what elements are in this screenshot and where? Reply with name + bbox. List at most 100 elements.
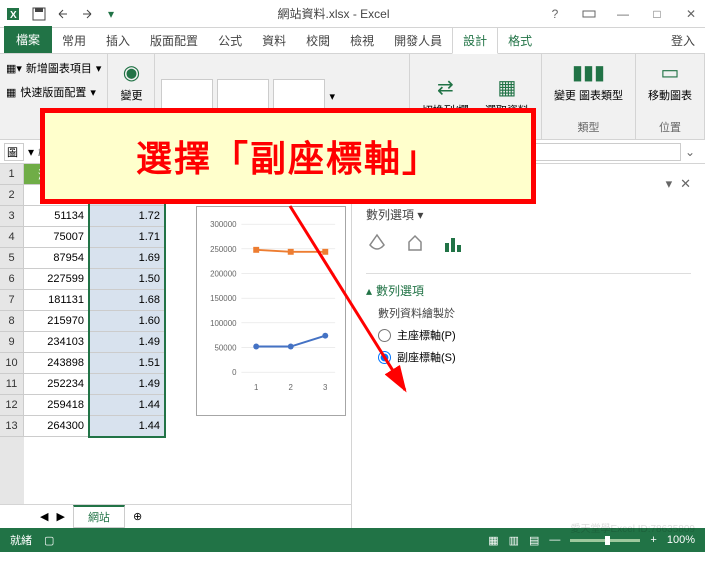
- tab-format[interactable]: 格式: [498, 28, 542, 53]
- cell[interactable]: 259418: [24, 395, 89, 416]
- cell[interactable]: 1.51: [89, 353, 165, 374]
- add-sheet-button[interactable]: ⊕: [133, 510, 142, 523]
- ribbon-collapse-button[interactable]: [579, 7, 599, 21]
- quick-layout-button[interactable]: ▦快速版面配置▾: [6, 82, 96, 102]
- primary-axis-radio[interactable]: 主座標軸(P): [378, 327, 691, 343]
- cell[interactable]: 227599: [24, 269, 89, 290]
- qat-dropdown-icon[interactable]: ▾: [100, 3, 122, 25]
- zoom-out-button[interactable]: —: [549, 534, 560, 546]
- chart-svg: 300000 250000 200000 150000 100000 50000…: [197, 207, 345, 415]
- series-options-dropdown[interactable]: 數列選項 ▾: [366, 206, 691, 223]
- zoom-in-button[interactable]: +: [650, 534, 656, 546]
- cell[interactable]: 1.49: [89, 374, 165, 395]
- chart-type-icon: ▮▮▮: [572, 60, 605, 85]
- tab-home[interactable]: 常用: [52, 28, 96, 53]
- tab-review[interactable]: 校閱: [296, 28, 340, 53]
- cell[interactable]: 252234: [24, 374, 89, 395]
- login-button[interactable]: 登入: [661, 28, 705, 53]
- help-button[interactable]: ?: [545, 7, 565, 21]
- sheet-nav-next[interactable]: ▶: [56, 510, 64, 523]
- row-header[interactable]: 4: [0, 227, 24, 248]
- redo-button[interactable]: [76, 3, 98, 25]
- cell[interactable]: 181131: [24, 290, 89, 311]
- view-page-layout-button[interactable]: ▥: [509, 534, 519, 547]
- cell[interactable]: 264300: [24, 416, 89, 437]
- cell[interactable]: 75007: [24, 227, 89, 248]
- view-normal-button[interactable]: ▦: [488, 534, 498, 547]
- tab-insert[interactable]: 插入: [96, 28, 140, 53]
- cell[interactable]: 1.72: [89, 206, 165, 227]
- cell[interactable]: 243898: [24, 353, 89, 374]
- cell[interactable]: 215970: [24, 311, 89, 332]
- tab-layout[interactable]: 版面配置: [140, 28, 208, 53]
- title-bar: X ▾ 網站資料.xlsx - Excel ? — □ ✕: [0, 0, 705, 28]
- collapse-icon[interactable]: ▴: [366, 284, 372, 298]
- svg-text:100000: 100000: [210, 319, 237, 328]
- close-button[interactable]: ✕: [681, 7, 701, 21]
- cell[interactable]: 87954: [24, 248, 89, 269]
- formula-expand[interactable]: ⌄: [685, 145, 701, 159]
- quick-access-toolbar: X ▾: [4, 3, 122, 25]
- sheet-nav-prev[interactable]: ◀: [40, 510, 48, 523]
- series-options-section: ▴數列選項 數列資料繪製於 主座標軸(P) 副座標軸(S): [366, 273, 691, 365]
- cell[interactable]: 1.44: [89, 416, 165, 437]
- embedded-chart[interactable]: 300000 250000 200000 150000 100000 50000…: [196, 206, 346, 416]
- cell[interactable]: 51134: [24, 206, 89, 227]
- panel-dropdown-icon[interactable]: ▾: [666, 176, 673, 192]
- save-button[interactable]: [28, 3, 50, 25]
- row-header[interactable]: 10: [0, 353, 24, 374]
- effects-icon[interactable]: [404, 233, 426, 261]
- change-chart-type-button[interactable]: ▮▮▮變更 圖表類型: [548, 58, 629, 105]
- callout-text: 選擇「副座標軸」: [136, 130, 440, 182]
- series-options-icon[interactable]: [442, 233, 464, 261]
- minimize-button[interactable]: —: [613, 7, 633, 21]
- row-header[interactable]: 13: [0, 416, 24, 437]
- row-header[interactable]: 1: [0, 164, 24, 185]
- cell[interactable]: 234103: [24, 332, 89, 353]
- row-header[interactable]: 9: [0, 332, 24, 353]
- zoom-slider[interactable]: [570, 539, 640, 542]
- tab-developer[interactable]: 開發人員: [384, 28, 452, 53]
- move-chart-button[interactable]: ▭移動圖表: [642, 58, 698, 105]
- zoom-level[interactable]: 100%: [667, 534, 695, 546]
- view-page-break-button[interactable]: ▤: [529, 534, 539, 547]
- ribbon-group-location: ▭移動圖表 位置: [636, 54, 705, 139]
- row-header[interactable]: 3: [0, 206, 24, 227]
- tab-data[interactable]: 資料: [252, 28, 296, 53]
- maximize-button[interactable]: □: [647, 7, 667, 21]
- cell[interactable]: 1.71: [89, 227, 165, 248]
- svg-text:150000: 150000: [210, 294, 237, 303]
- tab-design[interactable]: 設計: [452, 27, 498, 54]
- cell[interactable]: 1.49: [89, 332, 165, 353]
- tab-formulas[interactable]: 公式: [208, 28, 252, 53]
- move-chart-icon: ▭: [661, 60, 680, 85]
- cell[interactable]: 1.60: [89, 311, 165, 332]
- tab-view[interactable]: 檢視: [340, 28, 384, 53]
- ribbon-group-type: ▮▮▮變更 圖表類型 類型: [542, 54, 636, 139]
- row-header[interactable]: 12: [0, 395, 24, 416]
- undo-button[interactable]: [52, 3, 74, 25]
- cell[interactable]: 1.50: [89, 269, 165, 290]
- row-header[interactable]: 5: [0, 248, 24, 269]
- fill-line-icon[interactable]: [366, 233, 388, 261]
- chart-style-more[interactable]: ▾: [329, 90, 335, 103]
- svg-text:50000: 50000: [215, 343, 238, 352]
- row-header[interactable]: 11: [0, 374, 24, 395]
- name-box[interactable]: [4, 143, 24, 161]
- secondary-axis-radio[interactable]: 副座標軸(S): [378, 349, 691, 365]
- svg-text:0: 0: [232, 368, 237, 377]
- cell[interactable]: 1.69: [89, 248, 165, 269]
- change-colors-button[interactable]: ◉ 變更: [114, 58, 148, 105]
- row-header[interactable]: 2: [0, 185, 24, 206]
- tab-file[interactable]: 檔案: [4, 26, 52, 53]
- cell[interactable]: 1.44: [89, 395, 165, 416]
- panel-close-button[interactable]: ✕: [680, 176, 691, 192]
- row-header[interactable]: 7: [0, 290, 24, 311]
- row-header[interactable]: 8: [0, 311, 24, 332]
- macro-record-icon[interactable]: ▢: [44, 534, 54, 547]
- name-box-dropdown[interactable]: ▾: [28, 145, 34, 159]
- add-chart-element-button[interactable]: ▦▾新增圖表項目▾: [6, 58, 101, 78]
- cell[interactable]: 1.68: [89, 290, 165, 311]
- sheet-tab-active[interactable]: 網站: [73, 505, 125, 528]
- row-header[interactable]: 6: [0, 269, 24, 290]
